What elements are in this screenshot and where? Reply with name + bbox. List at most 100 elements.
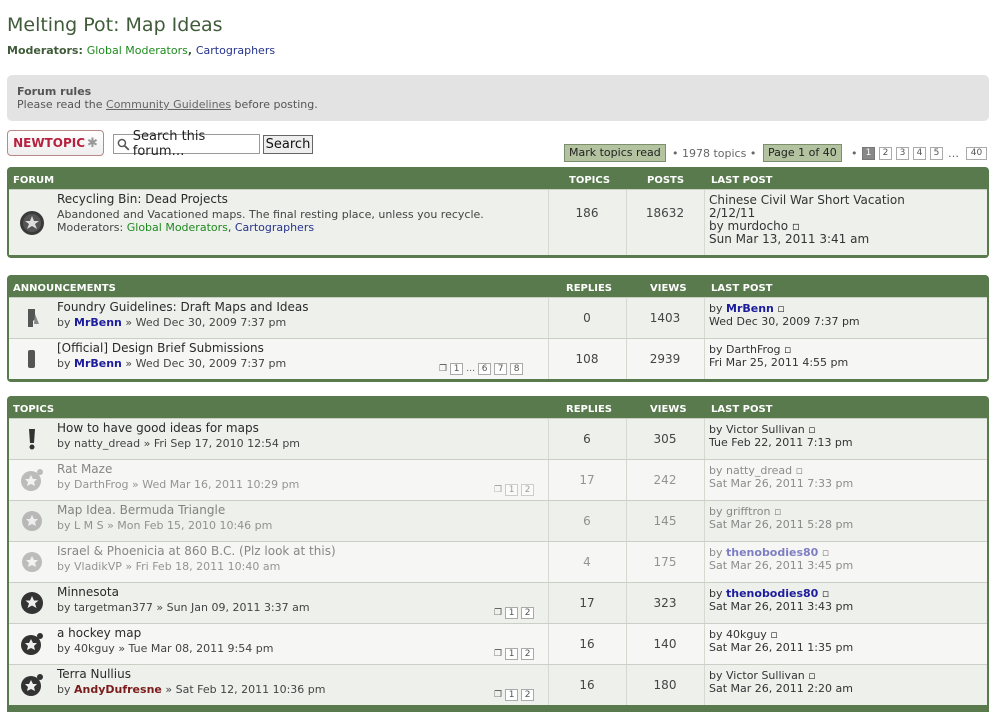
view-count: 145 <box>653 514 677 528</box>
forum-header: FORUM TOPICS POSTS LAST POST <box>13 175 773 186</box>
topic-count: • 1978 topics • <box>672 147 757 160</box>
page-link-4[interactable]: 4 <box>913 147 926 160</box>
community-guidelines-link[interactable]: Community Guidelines <box>106 98 231 111</box>
topic-row[interactable]: Terra Nullius by AndyDufresne » Sat Feb … <box>9 664 987 705</box>
view-latest-post-icon[interactable]: ▫ <box>822 587 829 600</box>
view-latest-post-icon[interactable]: ▫ <box>796 464 803 477</box>
last-post-author[interactable]: by grifftron <box>709 505 770 518</box>
topic-read-icon <box>21 469 43 491</box>
topic-pagination: ❐ 1 2 <box>494 689 535 701</box>
topic-title-link[interactable]: Terra Nullius <box>57 667 131 681</box>
topic-title-link[interactable]: How to have good ideas for maps <box>57 421 259 435</box>
page-indicator[interactable]: Page 1 of 40 <box>763 144 842 162</box>
announcement-row[interactable]: [Official] Design Brief Submissions by M… <box>9 338 987 379</box>
announcement-icon <box>28 309 39 327</box>
topic-author-link[interactable]: MrBenn <box>74 357 122 370</box>
last-post-author[interactable]: by DarthFrog <box>709 343 781 356</box>
last-post-author[interactable]: thenobodies80 <box>726 587 818 600</box>
topic-author-link[interactable]: AndyDufresne <box>74 683 162 696</box>
asterisk-icon: ✱ <box>87 135 98 151</box>
search-button[interactable]: Search <box>263 135 313 154</box>
forum-post-count: 18632 <box>645 206 685 220</box>
view-latest-post-icon[interactable]: ▫ <box>808 669 815 682</box>
forum-description: Abandoned and Vacationed maps. The final… <box>57 208 484 221</box>
view-latest-post-icon[interactable]: ▫ <box>784 343 791 356</box>
topic-row[interactable]: a hockey map by 40kguy » Tue Mar 08, 201… <box>9 623 987 664</box>
view-latest-post-icon[interactable]: ▫ <box>822 546 829 559</box>
last-post-author[interactable]: by Victor Sullivan <box>709 669 805 682</box>
topic-read-icon <box>22 511 42 531</box>
page-link-3[interactable]: 3 <box>896 147 909 160</box>
mark-topics-read-button[interactable]: Mark topics read <box>564 144 666 162</box>
global-announcement-icon <box>28 350 35 368</box>
view-count: 1403 <box>649 311 681 325</box>
reply-count: 16 <box>579 637 595 651</box>
forum-rules-box: Forum rules Please read the Community Gu… <box>7 75 989 121</box>
page-link-5[interactable]: 5 <box>930 147 943 160</box>
last-post-author[interactable]: MrBenn <box>726 302 774 315</box>
page-link-1[interactable]: 1 <box>862 147 875 160</box>
announcements-header: ANNOUNCEMENTS REPLIES VIEWS LAST POST <box>13 283 773 294</box>
last-post-author[interactable]: by natty_dread <box>709 464 792 477</box>
new-topic-button[interactable]: NEWTOPIC ✱ <box>7 130 104 156</box>
topic-row-sticky[interactable]: How to have good ideas for maps by natty… <box>9 418 987 459</box>
reply-count: 0 <box>583 311 591 325</box>
topic-row[interactable]: Map Idea. Bermuda Triangle by L M S » Mo… <box>9 500 987 541</box>
last-post-date: Tue Feb 22, 2011 7:13 pm <box>709 436 853 449</box>
last-post-date: Sat Mar 26, 2011 1:35 pm <box>709 641 854 654</box>
topic-row[interactable]: Minnesota by targetman377 » Sun Jan 09, … <box>9 582 987 623</box>
page-link-2[interactable]: 2 <box>879 147 892 160</box>
topic-title-link[interactable]: [Official] Design Brief Submissions <box>57 341 264 355</box>
last-post-author[interactable]: by Victor Sullivan <box>709 423 805 436</box>
last-post-date: Sat Mar 26, 2011 3:43 pm <box>709 600 854 613</box>
sticky-icon <box>29 429 35 450</box>
last-post-date: Sat Mar 26, 2011 2:20 am <box>709 682 853 695</box>
topic-pagination: ❐ 1… 6 7 8 <box>439 363 524 375</box>
page-title[interactable]: Melting Pot: Map Ideas <box>7 14 223 36</box>
forum-moderators: Moderators: Global Moderators, Cartograp… <box>57 221 315 234</box>
forum-rules-text: Please read the Community Guidelines bef… <box>17 98 318 111</box>
view-count: 140 <box>653 637 677 651</box>
topics-header: TOPICS REPLIES VIEWS LAST POST <box>13 404 773 415</box>
announcement-row[interactable]: Foundry Guidelines: Draft Maps and Ideas… <box>9 297 987 338</box>
reply-count: 6 <box>583 432 591 446</box>
search-input[interactable]: Search this forum… <box>113 129 260 159</box>
moderator-link-cartographers[interactable]: Cartographers <box>196 44 275 57</box>
topic-row[interactable]: Rat Maze by DarthFrog » Wed Mar 16, 2011… <box>9 459 987 500</box>
view-count: 180 <box>653 678 677 692</box>
last-post-author[interactable]: thenobodies80 <box>726 546 818 559</box>
forum-read-icon <box>20 211 44 235</box>
reply-count: 16 <box>579 678 595 692</box>
last-post-author[interactable]: by murdocho <box>709 219 788 233</box>
view-latest-post-icon[interactable]: ▫ <box>808 423 815 436</box>
last-post-author[interactable]: by 40kguy <box>709 628 767 641</box>
last-post-date: Sun Mar 13, 2011 3:41 am <box>709 232 870 246</box>
announcements-block: ANNOUNCEMENTS REPLIES VIEWS LAST POST Fo… <box>7 275 989 382</box>
reply-count: 17 <box>579 596 595 610</box>
view-latest-post-icon[interactable]: ▫ <box>792 219 800 233</box>
page-link-last[interactable]: 40 <box>966 147 987 160</box>
view-latest-post-icon[interactable]: ▫ <box>774 505 781 518</box>
topic-pagination: ❐ 1 2 <box>494 484 535 496</box>
topic-title-link[interactable]: Israel & Phoenicia at 860 B.C. (Plz look… <box>57 544 336 558</box>
topic-author-link[interactable]: MrBenn <box>74 316 122 329</box>
last-post-date: Sat Mar 26, 2011 7:33 pm <box>709 477 854 490</box>
topic-title-link[interactable]: Foundry Guidelines: Draft Maps and Ideas <box>57 300 308 314</box>
forum-title-link[interactable]: Recycling Bin: Dead Projects <box>57 192 228 206</box>
moderators-label: Moderators: <box>7 44 83 57</box>
pages-icon: ❐ <box>494 485 503 495</box>
topic-title-link[interactable]: Map Idea. Bermuda Triangle <box>57 503 225 517</box>
topic-title-link[interactable]: Rat Maze <box>57 462 112 476</box>
topic-title-link[interactable]: Minnesota <box>57 585 119 599</box>
view-latest-post-icon[interactable]: ▫ <box>777 302 784 315</box>
moderators-line: Moderators: Global Moderators, Cartograp… <box>7 44 276 57</box>
topic-row[interactable]: Israel & Phoenicia at 860 B.C. (Plz look… <box>9 541 987 582</box>
topic-title-link[interactable]: a hockey map <box>57 626 141 640</box>
forum-row[interactable]: Recycling Bin: Dead Projects Abandoned a… <box>9 189 987 255</box>
view-count: 242 <box>653 473 677 487</box>
topic-pagination: ❐ 1 2 <box>494 648 535 660</box>
reply-count: 108 <box>575 352 599 366</box>
last-post-date: Wed Dec 30, 2009 7:37 pm <box>709 315 860 328</box>
moderator-link-global[interactable]: Global Moderators <box>87 44 188 57</box>
view-latest-post-icon[interactable]: ▫ <box>770 628 777 641</box>
